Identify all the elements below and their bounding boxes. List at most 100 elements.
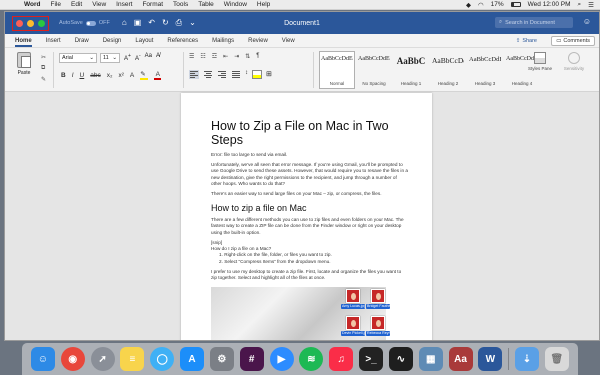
menu-insert[interactable]: Insert [116, 1, 132, 8]
tab-review[interactable]: Review [248, 38, 268, 47]
subscript-icon[interactable]: x₂ [107, 72, 113, 79]
bold-icon[interactable]: B [61, 72, 66, 79]
menu-table[interactable]: Table [198, 1, 214, 8]
text-effects-icon[interactable]: A [130, 72, 134, 79]
launchpad-icon[interactable]: ➚ [90, 347, 115, 371]
cut-icon[interactable]: ✂ [41, 54, 46, 61]
underline-icon[interactable]: U [80, 72, 85, 79]
tab-home[interactable]: Home [15, 38, 32, 47]
menu-edit[interactable]: Edit [71, 1, 82, 8]
print-icon[interactable]: ⎙ [176, 18, 182, 28]
spotlight-icon[interactable]: ⌕ [578, 1, 582, 9]
show-marks-icon[interactable]: ¶ [256, 53, 259, 60]
control-center-icon[interactable]: ☰ [588, 1, 594, 9]
grow-font-icon[interactable]: A+ [124, 53, 131, 62]
align-left-icon[interactable] [189, 70, 199, 79]
tab-references[interactable]: References [167, 38, 198, 47]
messages-icon[interactable]: ◯ [150, 347, 175, 371]
justify-icon[interactable] [231, 70, 241, 79]
downloads-folder-icon[interactable]: ⇣ [514, 347, 539, 371]
clear-formatting-icon[interactable]: A̸ [156, 53, 160, 62]
word-icon[interactable]: W [478, 347, 503, 371]
tab-layout[interactable]: Layout [135, 38, 153, 47]
clock[interactable]: Wed 12:00 PM [528, 1, 571, 8]
tab-view[interactable]: View [282, 38, 295, 47]
style-heading-3[interactable]: AaBbCcDdE Heading 3 [467, 51, 503, 89]
undo-icon[interactable]: ↶ [148, 18, 155, 28]
style-normal[interactable]: AaBbCcDdEe Normal [319, 51, 355, 89]
dropbox-icon[interactable]: ◆ [466, 1, 471, 9]
close-window-button[interactable] [16, 19, 23, 27]
spotify-icon[interactable]: ≋ [299, 347, 324, 371]
menu-file[interactable]: File [51, 1, 61, 8]
redo-icon[interactable]: ↻ [162, 18, 169, 28]
minimize-window-button[interactable] [27, 19, 34, 27]
music-icon[interactable]: ♫ [329, 347, 354, 371]
style-heading-1[interactable]: AaBbC Heading 1 [393, 51, 429, 89]
save-icon[interactable]: ▣ [134, 18, 142, 28]
preview-icon[interactable]: ▦ [418, 347, 443, 371]
shrink-font-icon[interactable]: A- [135, 53, 141, 62]
shading-icon[interactable] [252, 70, 262, 79]
battery-icon[interactable] [510, 2, 521, 7]
styles-pane-button[interactable]: Styles Pane [527, 52, 553, 71]
font-color-icon[interactable]: A [154, 71, 162, 80]
autosave-control[interactable]: AutoSave OFF [59, 20, 110, 26]
comments-button[interactable]: ▭ Comments [551, 36, 595, 46]
increase-indent-icon[interactable]: ⇥ [234, 53, 239, 60]
slack-icon[interactable]: # [239, 347, 264, 371]
font-name-select[interactable]: Arial ⌄ [59, 53, 97, 63]
line-spacing-icon[interactable]: ↕ [245, 70, 248, 79]
change-case-icon[interactable]: Aa [145, 53, 152, 62]
tab-design[interactable]: Design [103, 38, 122, 47]
system-preferences-icon[interactable]: ⚙ [209, 347, 234, 371]
align-right-icon[interactable] [217, 70, 227, 79]
menu-word[interactable]: Word [24, 1, 41, 8]
zoom-icon[interactable]: ▶ [269, 347, 294, 371]
zoom-window-button[interactable] [38, 19, 45, 27]
style-no-spacing[interactable]: AaBbCcDdEe No Spacing [356, 51, 392, 89]
multilevel-list-icon[interactable]: ☲ [212, 53, 217, 60]
strikethrough-icon[interactable]: abc [90, 72, 100, 79]
customize-toolbar-icon[interactable]: ⌄ [189, 18, 196, 28]
wifi-icon[interactable]: ◠ [478, 1, 484, 9]
dictionary-icon[interactable]: Aa [448, 347, 473, 371]
menu-help[interactable]: Help [257, 1, 270, 8]
font-size-select[interactable]: 11 ⌄ [100, 53, 120, 63]
trash-icon[interactable]: 🗑 [544, 347, 569, 371]
italic-icon[interactable]: I [72, 72, 74, 79]
numbering-icon[interactable]: ☷ [200, 53, 205, 60]
chrome-icon[interactable]: ◉ [60, 347, 85, 371]
clipboard-icon [17, 52, 31, 68]
search-in-document[interactable]: ⌕ Search in Document [495, 17, 573, 28]
menu-format[interactable]: Format [142, 1, 163, 8]
copy-icon[interactable]: ⧉ [41, 65, 46, 72]
document-page[interactable]: How to Zip a File on Mac in Two Steps Er… [181, 93, 432, 340]
smiley-feedback-icon[interactable]: ☺ [583, 17, 591, 26]
menu-window[interactable]: Window [224, 1, 247, 8]
notes-icon[interactable]: ≡ [120, 347, 145, 371]
decrease-indent-icon[interactable]: ⇤ [223, 53, 228, 60]
highlight-color-icon[interactable]: ✎ [140, 70, 149, 80]
menu-tools[interactable]: Tools [173, 1, 188, 8]
tab-mailings[interactable]: Mailings [212, 38, 234, 47]
sensitivity-button[interactable]: Sensitivity [557, 52, 591, 71]
superscript-icon[interactable]: x² [118, 72, 123, 79]
borders-icon[interactable]: ⊞ [266, 70, 272, 79]
terminal-icon[interactable]: >_ [359, 347, 384, 371]
tab-insert[interactable]: Insert [46, 38, 61, 47]
paste-button[interactable]: Paste [13, 52, 35, 76]
align-center-icon[interactable] [203, 70, 213, 79]
menu-view[interactable]: View [92, 1, 106, 8]
style-heading-2[interactable]: AaBbCcDc Heading 2 [430, 51, 466, 89]
sort-icon[interactable]: ⇅ [245, 53, 250, 60]
finder-icon[interactable]: ☺ [30, 347, 55, 371]
bullets-icon[interactable]: ☰ [189, 53, 194, 60]
format-painter-icon[interactable]: ✎ [41, 76, 46, 83]
app-store-icon[interactable]: A [180, 347, 205, 371]
tab-draw[interactable]: Draw [75, 38, 89, 47]
activity-monitor-icon[interactable]: ∿ [388, 347, 413, 371]
share-button[interactable]: ⇪ Share [512, 36, 541, 46]
autosave-toggle[interactable] [85, 20, 96, 26]
home-icon[interactable]: ⌂ [122, 18, 127, 28]
